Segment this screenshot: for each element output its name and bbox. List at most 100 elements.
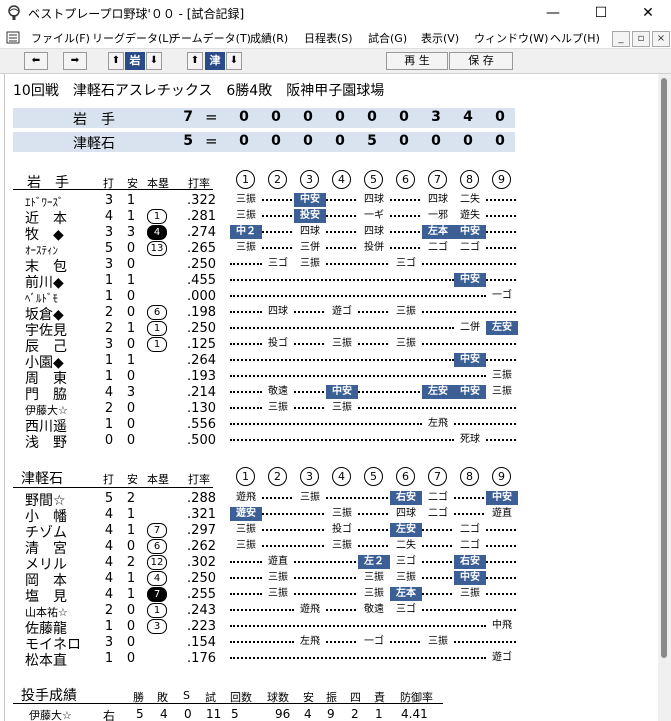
at-bats: 4 bbox=[104, 507, 114, 522]
player-row[interactable]: 坂倉◆ 2 0 6.198 四球 遊ゴ 三振 bbox=[5, 304, 659, 323]
player-row[interactable]: メリル 4 2 12.302 遊直 左２ 三ゴ 右安 bbox=[5, 554, 659, 573]
pitch-header: 回数 bbox=[230, 691, 252, 704]
player-row[interactable]: 山本祐☆ 2 0 1.243 遊飛 敬遠 三ゴ bbox=[5, 602, 659, 619]
score-total: 7 bbox=[183, 109, 193, 125]
batting-average: .274 bbox=[187, 225, 216, 240]
vertical-scrollbar[interactable] bbox=[658, 74, 671, 721]
player-row[interactable]: 牧 ◆ 3 3 4.274 中２ 四球 四球 左本 中安 bbox=[5, 224, 659, 243]
team2-up-button[interactable]: ⬆ bbox=[187, 52, 203, 70]
player-row[interactable]: 周 東 1 0.193 三振 bbox=[5, 368, 659, 387]
pitching-stat: 4 bbox=[160, 707, 168, 721]
player-row[interactable]: チゾム 4 1 7.297 三振 投ゴ 左安 二ゴ bbox=[5, 522, 659, 541]
menu-league-data[interactable]: リーグデータ(L) bbox=[92, 30, 173, 46]
player-row[interactable]: 野間☆ 5 2.288 遊飛 三振 右安 二ゴ 中安 bbox=[5, 490, 659, 509]
close-button[interactable]: ✕ bbox=[625, 0, 671, 27]
inning-connector bbox=[358, 513, 388, 515]
player-row[interactable]: 塩 見 4 1 7.255 三振 三振 左本 三振 bbox=[5, 586, 659, 605]
mdi-close-button[interactable]: × bbox=[652, 31, 670, 47]
at-bat-hit: 遊安 bbox=[230, 507, 262, 521]
prev-game-button[interactable]: ⬅ bbox=[24, 52, 48, 70]
save-button[interactable]: 保 存 bbox=[449, 52, 513, 70]
next-game-button[interactable]: ➡ bbox=[63, 52, 87, 70]
player-row[interactable]: 門 脇 4 3.214 敬遠 中安 左安 中安 三振 bbox=[5, 384, 659, 403]
score-inning: 0 bbox=[399, 133, 409, 149]
at-bats: 2 bbox=[104, 321, 114, 336]
score-inning: 0 bbox=[335, 109, 345, 125]
at-bats: 5 bbox=[104, 491, 114, 506]
replay-button[interactable]: 再 生 bbox=[386, 52, 448, 70]
menu-team-data[interactable]: チームデータ(T) bbox=[170, 30, 251, 46]
player-row[interactable]: 前川◆ 1 1.455 中安 bbox=[5, 272, 659, 291]
player-row[interactable]: モイネロ 3 0.154 左飛 一ゴ 三振 bbox=[5, 634, 659, 653]
player-row[interactable]: 近 本 4 1 1.281 三振 投安 一ギ 一邪 遊失 bbox=[5, 208, 659, 227]
menu-schedule[interactable]: 日程表(S) bbox=[304, 30, 353, 46]
home-run-count: 13 bbox=[147, 241, 167, 256]
player-row[interactable]: 西川遥 1 0.556 左飛 bbox=[5, 416, 659, 435]
inning-connector bbox=[390, 247, 420, 249]
player-row[interactable]: 宇佐見 2 1 1.250 二併 左安 bbox=[5, 320, 659, 339]
team1-selector[interactable]: 岩 bbox=[125, 52, 145, 70]
mdi-minimize-button[interactable]: _ bbox=[612, 31, 630, 47]
at-bat-hit: 左本 bbox=[390, 587, 422, 601]
at-bat-result: 敬遠 bbox=[268, 386, 288, 397]
maximize-button[interactable]: ☐ bbox=[578, 0, 624, 27]
pitch-header: 振 bbox=[326, 691, 337, 704]
at-bats: 5 bbox=[104, 241, 114, 256]
menu-help[interactable]: ヘルプ(H) bbox=[550, 30, 600, 46]
hits: 1 bbox=[126, 353, 136, 368]
inning-connector bbox=[326, 263, 388, 265]
score-row-away: 岩 手 7 = 0 0 0 0 0 0 3 4 0 bbox=[13, 108, 515, 128]
batting-average: .214 bbox=[187, 385, 216, 400]
menu-window[interactable]: ウィンドウ(W) bbox=[474, 30, 548, 46]
at-bat-result: 二ゴ bbox=[460, 540, 480, 551]
score-row-home: 津軽石 5 = 0 0 0 0 5 0 0 0 0 bbox=[13, 132, 515, 152]
menu-game[interactable]: 試合(G) bbox=[368, 30, 407, 46]
at-bat-result: 四球 bbox=[364, 194, 384, 205]
inning-header-circle: 3 bbox=[300, 467, 319, 486]
pitch-header: 安 bbox=[303, 691, 314, 704]
player-row[interactable]: 伊藤大☆ 2 0.130 三振 三振 bbox=[5, 400, 659, 417]
menu-view[interactable]: 表示(V) bbox=[421, 30, 459, 46]
player-row[interactable]: ﾍﾞﾙﾄﾞﾓ 1 0.000 一ゴ bbox=[5, 288, 659, 305]
team1-down-button[interactable]: ⬇ bbox=[146, 52, 162, 70]
menu-file[interactable]: ファイル(F) bbox=[31, 30, 90, 46]
player-row[interactable]: 岡 本 4 1 4.250 三振 三振 三振 中安 bbox=[5, 570, 659, 589]
player-row[interactable]: 松本直 1 0 .176 遊ゴ bbox=[5, 650, 659, 669]
hits: 1 bbox=[126, 193, 136, 208]
hits: 1 bbox=[126, 321, 136, 336]
player-row[interactable]: 浅 野 0 0 .500 死球 bbox=[5, 432, 659, 451]
player-row[interactable]: 佐藤龍 1 0 3.223 中飛 bbox=[5, 618, 659, 637]
document-icon[interactable] bbox=[6, 31, 20, 44]
at-bat-hit: 中安 bbox=[454, 273, 486, 287]
player-row[interactable]: 清 宮 4 0 6.262 三振 三振 二失 二ゴ bbox=[5, 538, 659, 557]
player-row[interactable]: 末 包 3 0.250 三ゴ 三振 三ゴ bbox=[5, 256, 659, 275]
player-row[interactable]: ｴﾄﾞﾜｰｽﾞ 3 1.322 三振 中安 四球 四球 二失 bbox=[5, 192, 659, 209]
at-bat-result: 三振 bbox=[236, 524, 256, 535]
player-row[interactable]: ｵｰｽﾃｨﾝ 5 0 13.265 三振 三併 投併 二ゴ 二ゴ bbox=[5, 240, 659, 257]
scrollbar-thumb[interactable] bbox=[661, 78, 667, 658]
menu-records[interactable]: 成績(R) bbox=[250, 30, 288, 46]
mdi-restore-button[interactable]: ▫ bbox=[632, 31, 650, 47]
at-bat-result: 二失 bbox=[396, 540, 416, 551]
pitching-stat: 2 bbox=[351, 707, 359, 721]
inning-connector bbox=[294, 343, 324, 345]
at-bat-result: 三振 bbox=[492, 370, 512, 381]
pitch-header: 勝 bbox=[133, 691, 144, 704]
player-row[interactable]: 小園◆ 1 1.264 中安 bbox=[5, 352, 659, 371]
team2-down-button[interactable]: ⬇ bbox=[226, 52, 242, 70]
at-bat-result: 三振 bbox=[236, 540, 256, 551]
minimize-button[interactable]: — bbox=[530, 0, 576, 27]
at-bat-result: 三振 bbox=[268, 588, 288, 599]
team2-selector[interactable]: 津 bbox=[205, 52, 225, 70]
inning-connector bbox=[422, 529, 452, 531]
pitcher-name[interactable]: 伊藤大☆ bbox=[29, 707, 72, 721]
at-bat-result: 死球 bbox=[460, 434, 480, 445]
team1-up-button[interactable]: ⬆ bbox=[108, 52, 124, 70]
at-bat-result: 投ゴ bbox=[268, 338, 288, 349]
inning-connector bbox=[230, 657, 486, 659]
inning-connector bbox=[326, 215, 356, 217]
player-row[interactable]: 小 幡 4 1.321 遊安 三振 四球 二ゴ 遊直 bbox=[5, 506, 659, 525]
player-row[interactable]: 辰 己 3 0 1.125 投ゴ 三振 三振 bbox=[5, 336, 659, 355]
at-bats: 3 bbox=[104, 225, 114, 240]
score-inning: 3 bbox=[431, 109, 441, 125]
